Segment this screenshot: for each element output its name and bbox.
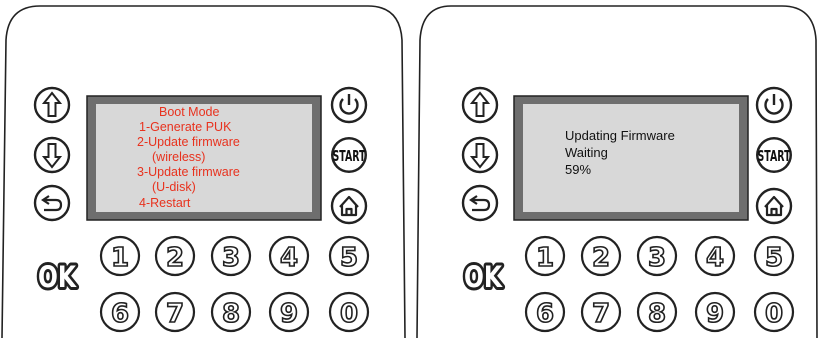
digit-key-1[interactable]: 1 [99,235,141,277]
screen-line-option-3: 3-Update firmware [137,165,240,179]
start-icon: START [758,147,791,165]
arrow-up-key[interactable] [33,86,71,124]
digit-label: 6 [111,299,129,329]
arrow-down-key[interactable] [33,136,71,174]
digit-label: 2 [592,243,610,273]
screen-line-option-2-detail: (wireless) [152,150,205,164]
digit-label: 7 [166,299,184,329]
screen-line-progress: 59% [565,162,591,177]
digit-key-2[interactable]: 2 [580,235,622,277]
power-key[interactable] [330,86,368,124]
device-diagram: Boot Mode 1-Generate PUK 2-Update firmwa… [1,5,818,339]
digit-key-8[interactable]: 8 [636,291,678,333]
back-key[interactable] [461,184,499,222]
digit-key-4[interactable]: 4 [268,235,310,277]
digit-key-2[interactable]: 2 [154,235,196,277]
digit-label: 7 [592,299,610,329]
digit-label: 5 [340,243,358,273]
back-key[interactable] [33,184,71,222]
digit-label: 8 [222,299,240,329]
digit-key-1[interactable]: 1 [524,235,566,277]
ok-key[interactable]: OK OK [35,257,80,297]
device-panel-boot-mode: Boot Mode 1-Generate PUK 2-Update firmwa… [1,5,406,339]
ok-label-fill: OK [38,260,77,294]
start-key[interactable]: START [331,137,367,173]
start-icon: START [333,147,366,165]
digit-key-7[interactable]: 7 [580,291,622,333]
digit-key-7[interactable]: 7 [154,291,196,333]
digit-label: 3 [648,243,666,273]
screen-line-option-2: 2-Update firmware [137,135,240,149]
digit-key-6[interactable]: 6 [524,291,566,333]
digit-key-3[interactable]: 3 [210,235,252,277]
screen-line-title: Boot Mode [159,105,220,119]
power-key[interactable] [755,86,793,124]
digit-label: 6 [536,299,554,329]
digit-label: 5 [765,243,783,273]
digit-label: 0 [765,299,783,329]
arrow-up-key[interactable] [461,86,499,124]
screen-line-option-4: 4-Restart [139,196,191,210]
screen-display [523,104,739,212]
digit-label: 4 [280,243,298,273]
digit-label: 9 [280,299,298,329]
digit-label: 9 [706,299,724,329]
arrow-down-key[interactable] [461,136,499,174]
digit-key-5[interactable]: 5 [753,235,795,277]
start-key[interactable]: START [756,137,792,173]
digit-label: 4 [706,243,724,273]
digit-key-0[interactable]: 0 [328,291,370,333]
digit-label: 2 [166,243,184,273]
digit-key-4[interactable]: 4 [694,235,736,277]
digit-key-6[interactable]: 6 [99,291,141,333]
screen-line-option-1: 1-Generate PUK [139,120,232,134]
digit-key-9[interactable]: 9 [694,291,736,333]
digit-key-0[interactable]: 0 [753,291,795,333]
device-panel-updating: Updating Firmware Waiting 59% START OK O… [416,5,818,339]
ok-label-fill: OK [464,260,503,294]
screen-line-waiting: Waiting [565,145,608,160]
home-key[interactable] [330,187,368,225]
digit-key-8[interactable]: 8 [210,291,252,333]
digit-label: 1 [111,243,129,273]
digit-label: 3 [222,243,240,273]
digit-key-5[interactable]: 5 [328,235,370,277]
screen-line-status: Updating Firmware [565,128,675,143]
digit-label: 0 [340,299,358,329]
digit-label: 8 [648,299,666,329]
digit-key-3[interactable]: 3 [636,235,678,277]
digit-label: 1 [536,243,554,273]
screen-line-option-3-detail: (U-disk) [152,180,196,194]
digit-key-9[interactable]: 9 [268,291,310,333]
ok-key[interactable]: OK OK [461,257,506,297]
home-key[interactable] [755,187,793,225]
